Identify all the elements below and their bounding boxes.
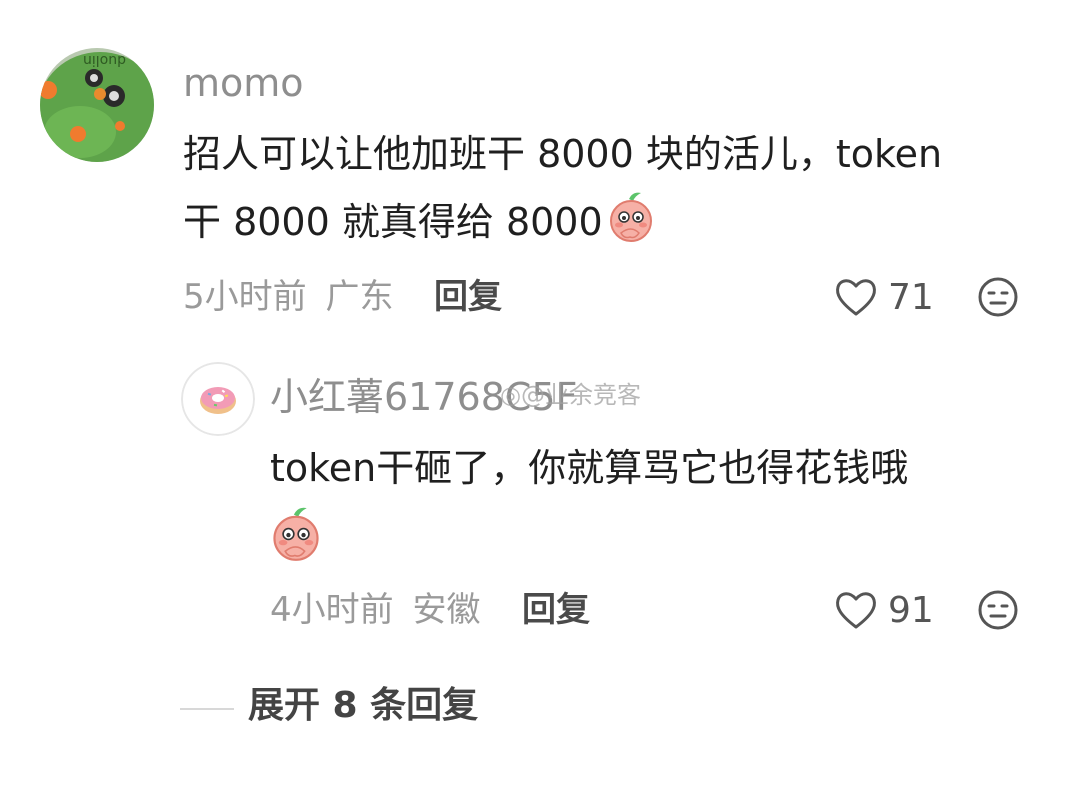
weibo-icon: ◎	[500, 381, 521, 409]
comment-username[interactable]: momo	[183, 64, 304, 102]
reply-like-button[interactable]	[834, 589, 878, 635]
dislike-button[interactable]	[977, 276, 1019, 322]
comment-meta: 5小时前 广东	[183, 280, 393, 314]
reply-dislike-button[interactable]	[977, 589, 1019, 635]
donut-avatar-image	[181, 362, 255, 436]
blushing-peach-sticker-icon	[270, 506, 322, 566]
neutral-face-icon	[978, 277, 1018, 317]
blushing-peach-sticker-icon	[607, 191, 655, 264]
comment-text-line-2: 干 8000 就真得给 8000	[183, 200, 603, 244]
reply-like-count: 91	[888, 590, 934, 631]
avatar[interactable]: duolin	[40, 48, 154, 162]
reply-reply-button[interactable]: 回复	[522, 593, 590, 627]
reply-button[interactable]: 回复	[434, 280, 502, 314]
comment-location: 广东	[325, 277, 394, 317]
watermark-text: @业余竞客	[520, 381, 641, 409]
reply-meta: 4小时前 安徽	[270, 593, 480, 627]
watermark: ◎@业余竞客	[500, 383, 641, 407]
divider	[180, 708, 234, 710]
reply-avatar[interactable]	[181, 362, 255, 436]
expand-replies-button[interactable]: 展开 8 条回复	[248, 688, 478, 724]
avatar-watermark: duolin	[83, 52, 126, 68]
reply-location: 安徽	[412, 590, 481, 630]
heart-outline-icon	[836, 592, 876, 629]
reply-text-line-1: token干砸了，你就算骂它也得花钱哦	[270, 446, 909, 490]
comment-time: 5小时前	[183, 277, 307, 317]
comment-text-line-1: 招人可以让他加班干 8000 块的活儿，token	[183, 132, 943, 176]
reply-time: 4小时前	[270, 590, 394, 630]
neutral-face-icon	[978, 590, 1018, 630]
comment-text-line-2-wrap: 干 8000 就真得给 8000	[183, 188, 655, 264]
frog-avatar-image: duolin	[40, 48, 154, 162]
like-count: 71	[888, 277, 934, 318]
like-button[interactable]	[834, 276, 878, 322]
heart-outline-icon	[836, 279, 876, 316]
